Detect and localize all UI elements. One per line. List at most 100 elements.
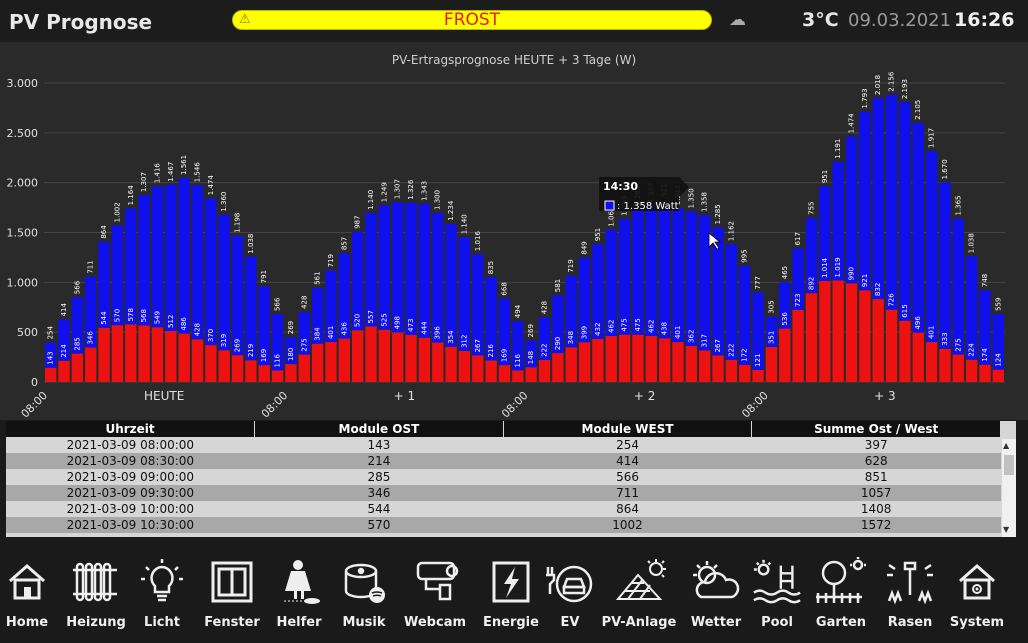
bar-ost [298,354,310,382]
nav-item-heizung[interactable]: Heizung [64,545,128,643]
bar-west [432,212,444,343]
bar-ost [125,324,137,382]
cell-time: 2021-03-09 08:00:00 [6,437,255,453]
bar-ost [565,347,577,382]
data-label-ost: 224 [968,343,976,357]
data-label-ost: 1.019 [834,257,842,277]
data-label-ost: 172 [741,348,749,361]
bar-ost [765,347,778,382]
bar-ost [819,280,831,382]
alert-text: FROST [443,10,501,30]
nav-label-pv-anlage: PV-Anlage [601,615,677,630]
data-label-ost: 222 [541,343,549,356]
bar-ost [58,360,70,382]
bar-ost [138,325,150,382]
bar-ost [712,355,724,382]
data-label-ost: 169 [500,349,508,362]
data-label-west: 1.307 [140,172,148,192]
bar-west [925,150,938,343]
cell-ost: 570 [254,517,504,533]
table-row: 2021-03-09 10:00:00 544 864 1408 [6,501,1001,517]
bar-ost [872,299,884,382]
data-label-west: 1.249 [380,182,388,202]
col-header-summe[interactable]: Summe Ost / West [751,421,1001,437]
bar-west [392,202,404,333]
pv-forecast-chart[interactable]: PV-Ertragsprognose HEUTE + 3 Tage (W) 0 50… [0,42,1028,420]
cell-time: 2021-03-09 08:30:00 [6,453,255,469]
data-label-ost: 520 [354,314,362,327]
data-label-ost: 148 [527,351,535,364]
nav-item-licht[interactable]: Licht [138,545,186,643]
nav-item-rasen[interactable]: Rasen [882,545,938,643]
bar-ost [458,350,471,382]
nav-item-energie[interactable]: Energie [480,545,542,643]
window-icon [200,555,264,609]
x-tick-label: 08:00 [259,389,291,420]
cell-ost: 214 [254,453,504,469]
bar-ost [325,342,337,382]
scroll-thumb[interactable] [1004,455,1014,475]
bar-west [658,206,671,339]
data-label-west: 1.474 [848,113,856,134]
forecast-table-panel[interactable]: Uhrzeit Module OST Module WEST Summe Ost… [6,421,1016,537]
bar-ost [418,337,431,382]
nav-item-garten[interactable]: Garten [812,545,870,643]
data-label-west: 864 [100,225,108,239]
bar-west [218,214,230,351]
bar-west [138,195,150,326]
cell-ost: 544 [254,501,504,517]
bar-ost [258,365,270,382]
nav-label-pool: Pool [761,615,793,630]
cell-sum: 1057 [751,485,1001,501]
bar-west [365,212,377,327]
data-label-ost: 348 [567,331,575,344]
nav-label-ev: EV [560,615,580,630]
nav-item-fenster[interactable]: Fenster [200,545,264,643]
data-label-west: 668 [500,282,508,295]
frost-alert-badge[interactable]: ⚠ FROST [232,10,712,30]
data-label-ost: 498 [394,316,402,329]
data-label-ost: 726 [888,293,896,307]
bar-west [685,211,698,346]
nav-item-ev[interactable]: EV [542,545,598,643]
bar-ost [578,342,591,382]
data-label-west: 2.193 [901,79,909,99]
table-scrollbar[interactable]: ▲ ▼ [1002,439,1016,537]
day-label: + 2 [634,389,656,403]
nav-item-pv-anlage[interactable]: PV-Anlage [600,545,678,643]
bar-west [885,94,898,310]
nav-label-musik: Musik [342,615,386,630]
bar-west [125,208,137,325]
nav-item-musik[interactable]: Musik [338,545,390,643]
col-header-module-west[interactable]: Module WEST [503,421,753,437]
nav-item-wetter[interactable]: Wetter [680,545,752,643]
data-label-west: 1.002 [113,202,121,222]
data-label-ost: 275 [954,338,962,351]
nav-item-pool[interactable]: Pool [752,545,802,643]
bar-ost [85,347,97,382]
data-label-ost: 317 [701,334,709,347]
home-icon [4,555,50,609]
bar-ost [805,293,818,382]
bar-ost [779,328,791,382]
col-header-uhrzeit[interactable]: Uhrzeit [6,421,256,437]
bar-ost [245,360,257,382]
x-tick-label: 08:00 [739,389,771,420]
data-label-west: 791 [260,270,268,283]
garden-icon [812,555,870,609]
y-tick-label: 0 [31,376,38,389]
cell-west: 711 [503,485,752,501]
bar-west [178,177,190,334]
col-header-module-ost[interactable]: Module OST [254,421,504,437]
data-label-ost: 990 [848,267,856,280]
nav-item-home[interactable]: Home [4,545,50,643]
nav-item-webcam[interactable]: Webcam [400,545,470,643]
data-label-west: 1.140 [460,214,468,234]
cell-time: 2021-03-09 10:30:00 [6,517,255,533]
bar-ost [405,334,417,382]
nav-item-system[interactable]: System [946,545,1008,643]
scroll-up-icon[interactable]: ▲ [1003,441,1009,450]
scroll-down-icon[interactable]: ▼ [1003,525,1009,534]
nav-label-energie: Energie [483,615,539,630]
nav-item-helfer[interactable]: Helfer [274,545,324,643]
